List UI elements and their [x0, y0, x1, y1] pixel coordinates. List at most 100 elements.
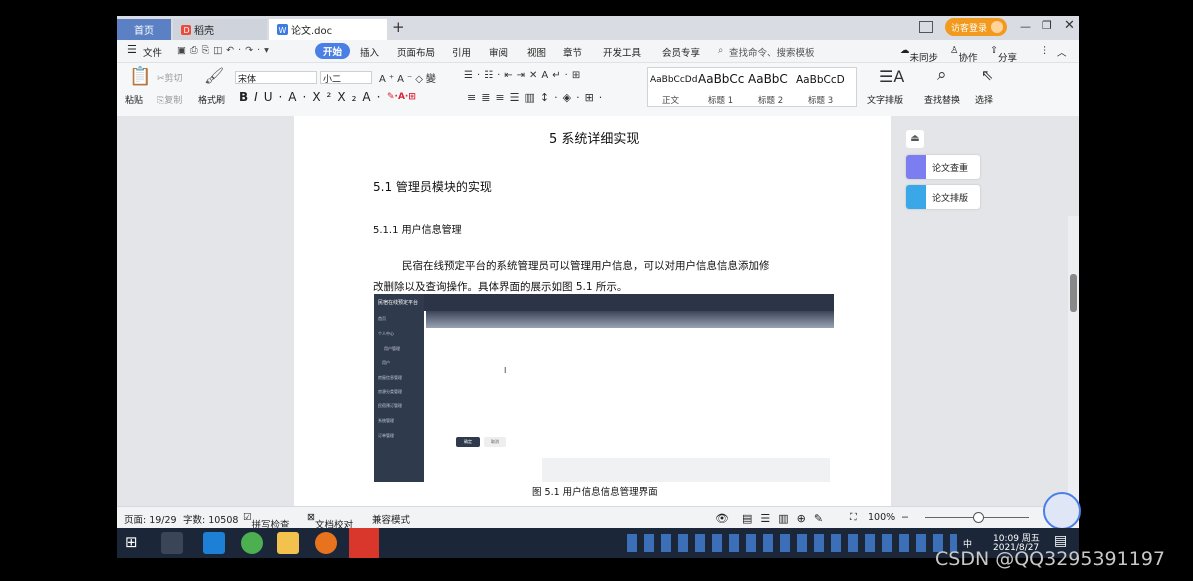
alignment-icons[interactable]: ≡≣≡☰▥↕·◈·⊞·: [467, 91, 607, 104]
tab-docer[interactable]: D 稻壳: [173, 19, 267, 40]
share-button[interactable]: ⇪ 分享: [990, 45, 1017, 64]
screenshot-menu-7: 系统管理: [378, 418, 394, 423]
menu-developer[interactable]: 开发工具: [603, 45, 641, 59]
document-page[interactable]: 5 系统详细实现 5.1 管理员模块的实现 5.1.1 用户信息管理 民宿在线预…: [294, 116, 891, 506]
style-h1-sample[interactable]: AaBbCc: [698, 72, 744, 86]
command-search[interactable]: 查找命令、搜索模板: [729, 45, 815, 59]
select-icon[interactable]: ⇖: [981, 66, 994, 84]
menu-file[interactable]: 文件: [143, 45, 162, 59]
menu-review[interactable]: 审阅: [489, 45, 508, 59]
menu-references[interactable]: 引用: [452, 45, 471, 59]
format-painter-icon[interactable]: 🖌: [204, 66, 224, 85]
layout-icon[interactable]: [919, 21, 933, 33]
chapter-title: 5 系统详细实现: [549, 132, 640, 147]
vertical-scrollbar[interactable]: [1068, 216, 1079, 528]
app-icon-1[interactable]: [161, 532, 183, 554]
text-layout-button[interactable]: 文字排版: [867, 93, 903, 106]
proofread-button[interactable]: ⊠ 文档校对: [307, 512, 353, 528]
style-normal-sample[interactable]: AaBbCcDd: [650, 75, 697, 85]
zoom-out-icon[interactable]: −: [901, 512, 909, 523]
screenshot-sidebar: [374, 294, 424, 482]
new-tab-button[interactable]: +: [392, 18, 405, 36]
collab-label: 协作: [958, 53, 978, 64]
font-name-select[interactable]: 宋体: [235, 71, 317, 85]
section-title: 5.1 管理员模块的实现: [373, 180, 492, 194]
menu-chapter[interactable]: 章节: [563, 45, 582, 59]
minimize-icon[interactable]: —: [1020, 20, 1031, 33]
proofread-label: 文档校对: [314, 520, 353, 528]
svg-text:D: D: [184, 26, 190, 35]
paper-check-button[interactable]: 论文查重: [906, 155, 980, 179]
style-h1-name[interactable]: 标题 1: [708, 94, 733, 106]
paste-icon[interactable]: 📋: [129, 66, 151, 87]
close-icon[interactable]: ✕: [1064, 18, 1075, 33]
eye-protect-icon[interactable]: 👁: [715, 512, 729, 525]
paper-layout-button[interactable]: 论文排版: [906, 185, 980, 209]
svg-text:W: W: [279, 26, 287, 35]
style-h2-name[interactable]: 标题 2: [758, 94, 783, 106]
system-tray-icons[interactable]: [627, 534, 957, 552]
subsection-title: 5.1.1 用户信息管理: [373, 225, 462, 236]
windows-start-icon[interactable]: ⊞: [125, 533, 138, 551]
style-gallery: AaBbCcDd 正文 AaBbCc 标题 1 AaBbC 标题 2 AaBbC…: [647, 67, 857, 107]
view-mode-icons[interactable]: ▤☰▥⊕✎: [742, 512, 831, 525]
figure-screenshot[interactable]: 民宿在线预定平台 首页 个人中心 用户管理 用户 房屋信息管理 房源分类管理 民…: [374, 294, 834, 482]
highlight-icon[interactable]: ✎·A·⊞: [387, 92, 416, 102]
style-h2-sample[interactable]: AaBbC: [748, 72, 788, 86]
text-layout-icon[interactable]: ☰A: [879, 67, 904, 86]
style-h3-name[interactable]: 标题 3: [808, 94, 833, 106]
login-button[interactable]: 访客登录: [945, 18, 1007, 36]
app-icon-orange[interactable]: [315, 532, 337, 554]
search-icon: ⌕: [718, 45, 724, 56]
sync-status[interactable]: ☁ 未同步: [900, 45, 938, 64]
paste-button[interactable]: 粘贴: [125, 93, 143, 106]
format-painter-button[interactable]: 格式刷: [198, 93, 225, 106]
font-size-select[interactable]: 小二: [320, 71, 372, 85]
wps-icon[interactable]: [349, 528, 379, 558]
font-grow-shrink-icons[interactable]: A⁺A⁻◇變: [379, 70, 439, 85]
style-normal-name[interactable]: 正文: [662, 94, 679, 106]
list-icons[interactable]: ☰·☷·⇤⇥✕A↵·⊞: [464, 70, 584, 81]
panel-collapse-icon[interactable]: ⏏: [906, 130, 924, 148]
menu-member[interactable]: 会员专享: [662, 45, 700, 59]
screenshot-menu-6: 民宿预订管理: [378, 403, 402, 408]
fit-page-icon[interactable]: ⛶: [850, 512, 857, 523]
find-replace-button[interactable]: 查找替换: [924, 93, 960, 106]
scrollbar-thumb[interactable]: [1070, 274, 1077, 312]
menu-view[interactable]: 视图: [527, 45, 546, 59]
screenshot-footer: [542, 458, 830, 482]
restore-icon[interactable]: ❐: [1042, 19, 1052, 32]
notification-icon[interactable]: ▤: [1054, 533, 1067, 549]
tab-home[interactable]: 首页: [117, 19, 171, 40]
browser-360-icon[interactable]: [241, 532, 263, 554]
collapse-ribbon-icon[interactable]: ︿: [1057, 45, 1067, 59]
file-explorer-icon[interactable]: [277, 532, 299, 554]
collab-button[interactable]: ♙ 协作: [950, 45, 978, 64]
more-icon[interactable]: ⋮: [1040, 45, 1050, 56]
menu-page-layout[interactable]: 页面布局: [397, 45, 435, 59]
assistant-robot-icon[interactable]: [1043, 492, 1081, 530]
screenshot-menu-3: 用户: [382, 360, 390, 365]
cut-button[interactable]: ✂剪切: [157, 71, 183, 84]
quick-access-icons[interactable]: ▣⎙⎘◫↶·↷·▾: [177, 45, 273, 56]
hamburger-icon[interactable]: ☰: [127, 43, 137, 56]
select-button[interactable]: 选择: [975, 93, 993, 106]
text-format-icons[interactable]: BIU·A·X²X₂A·: [239, 90, 386, 104]
ribbon-toolbar: 📋 粘贴 ✂剪切 ⎘复制 🖌 格式刷 宋体 小二 A⁺A⁻◇變 BIU·A·X²…: [117, 63, 1079, 117]
screenshot-menu-8: 订单管理: [378, 433, 394, 438]
style-h3-sample[interactable]: AaBbCcD: [796, 74, 845, 86]
menu-insert[interactable]: 插入: [360, 45, 379, 59]
page-indicator[interactable]: 页面: 19/29: [124, 512, 177, 526]
screenshot-menu-2: 用户管理: [384, 346, 400, 351]
zoom-slider-handle[interactable]: [973, 512, 984, 523]
word-count[interactable]: 字数: 10508: [183, 512, 238, 526]
screenshot-header: [374, 294, 834, 311]
zoom-level[interactable]: 100%: [868, 512, 895, 523]
copy-button[interactable]: ⎘复制: [157, 93, 182, 106]
menu-start[interactable]: 开始: [315, 43, 351, 59]
tab-document[interactable]: W 论文.doc: [269, 19, 387, 40]
spell-check-button[interactable]: ☑ 拼写检查: [243, 512, 290, 528]
ie-icon[interactable]: [203, 532, 225, 554]
find-replace-icon[interactable]: ⌕: [937, 65, 947, 85]
screenshot-cancel-button: 取消: [484, 437, 506, 447]
